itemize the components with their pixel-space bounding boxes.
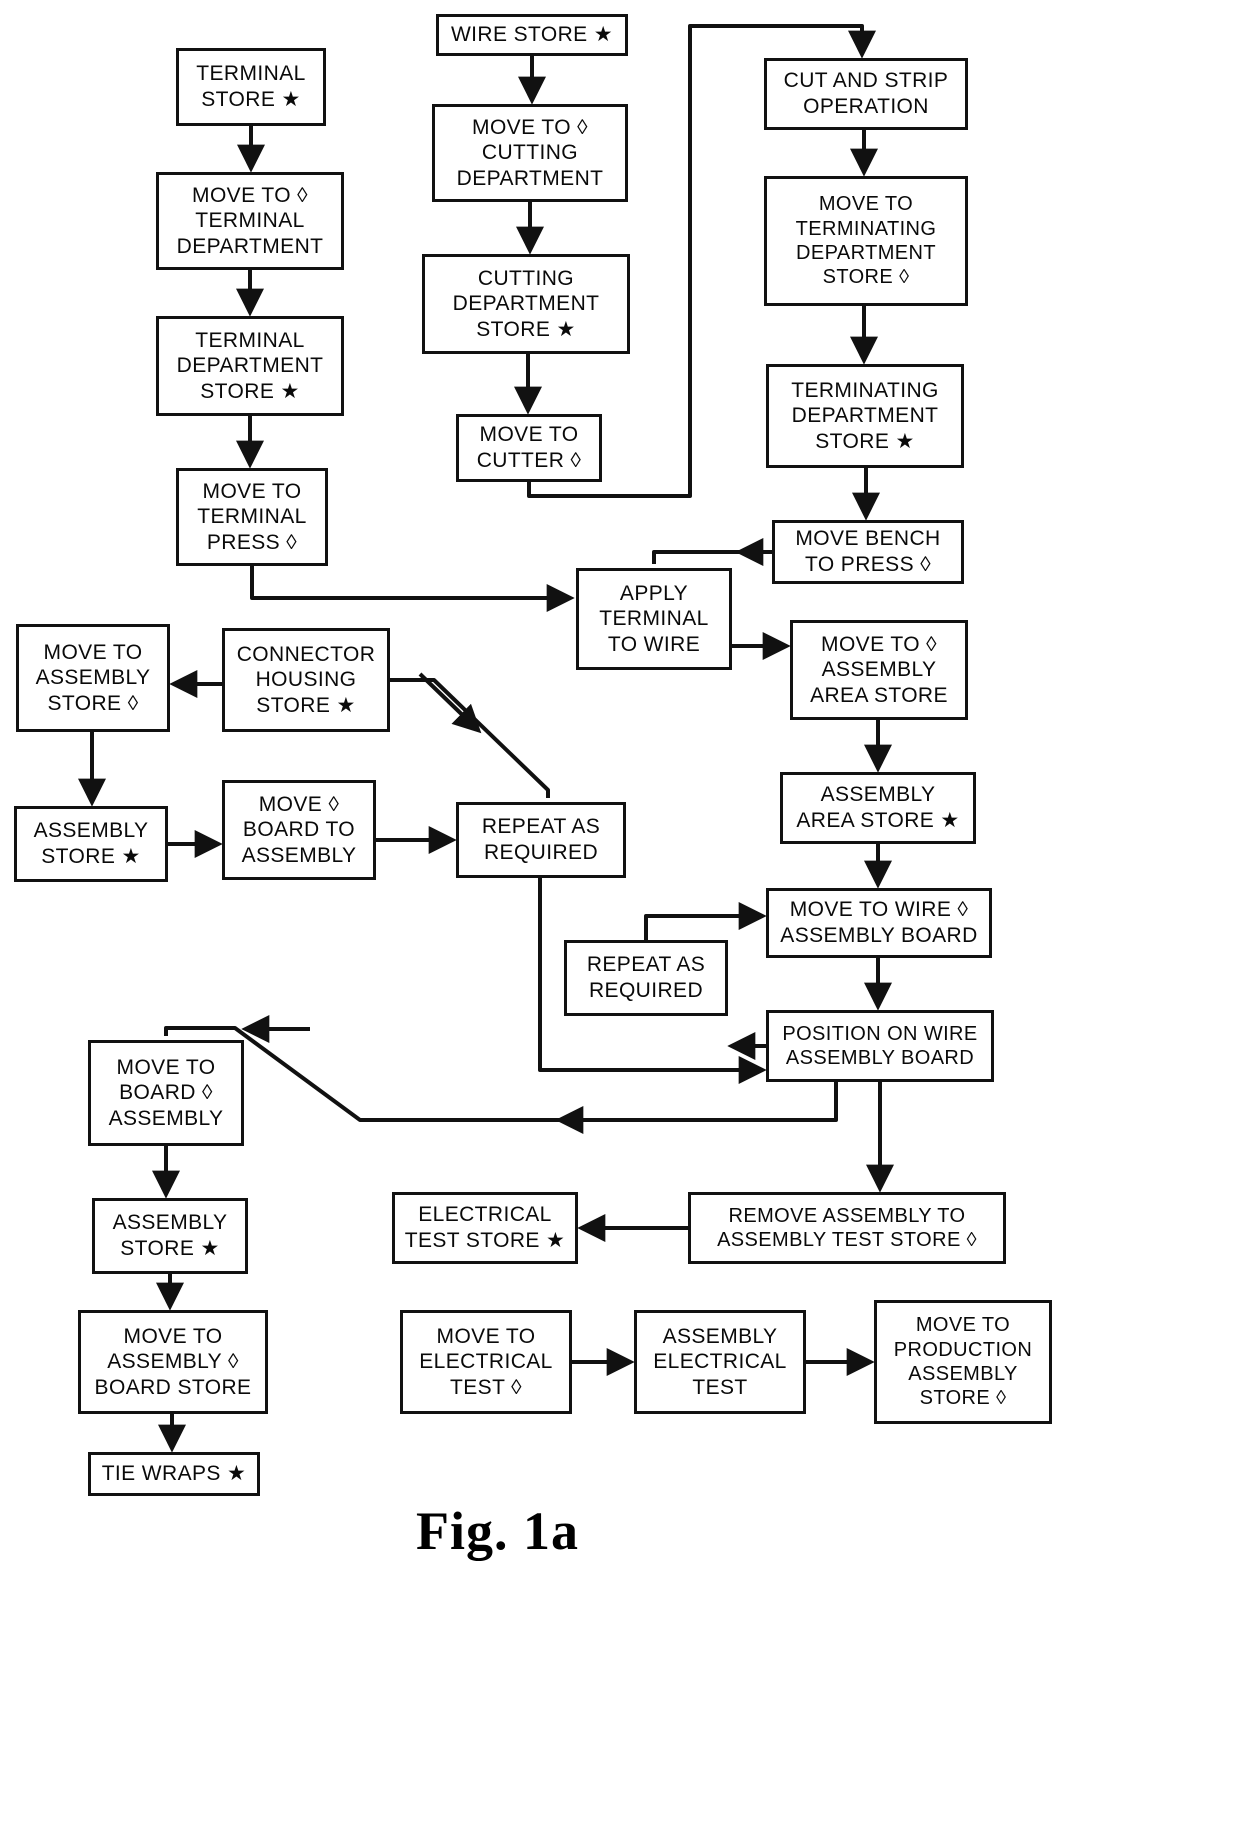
node-terminal-dept-store[interactable]: TERMINAL DEPARTMENT STORE ★ — [156, 316, 344, 416]
node-move-to-electrical-test[interactable]: MOVE TO ELECTRICAL TEST ◊ — [400, 1310, 572, 1414]
node-move-bench-to-press[interactable]: MOVE BENCH TO PRESS ◊ — [772, 520, 964, 584]
edge-press-to-apply — [250, 566, 575, 612]
node-repeat-as-required-2[interactable]: REPEAT AS REQUIRED — [564, 940, 728, 1016]
node-repeat-as-required-1[interactable]: REPEAT AS REQUIRED — [456, 802, 626, 878]
node-move-to-terminating-dept[interactable]: MOVE TO TERMINATING DEPARTMENT STORE ◊ — [764, 176, 968, 306]
node-move-to-wire-assembly-board[interactable]: MOVE TO WIRE ◊ ASSEMBLY BOARD — [766, 888, 992, 958]
node-position-on-wire-board[interactable]: POSITION ON WIRE ASSEMBLY BOARD — [766, 1010, 994, 1082]
node-move-to-board-assembly[interactable]: MOVE TO BOARD ◊ ASSEMBLY — [88, 1040, 244, 1146]
edge-repeat2-to-wireboard — [644, 902, 767, 940]
node-move-to-production-store[interactable]: MOVE TO PRODUCTION ASSEMBLY STORE ◊ — [874, 1300, 1052, 1424]
node-move-to-terminal-press[interactable]: MOVE TO TERMINAL PRESS ◊ — [176, 468, 328, 566]
node-assembly-electrical-test[interactable]: ASSEMBLY ELECTRICAL TEST — [634, 1310, 806, 1414]
node-cut-and-strip[interactable]: CUT AND STRIP OPERATION — [764, 58, 968, 130]
node-wire-store[interactable]: WIRE STORE ★ — [436, 14, 628, 56]
node-terminal-store[interactable]: TERMINAL STORE ★ — [176, 48, 326, 126]
node-move-to-assembly-area-store[interactable]: MOVE TO ◊ ASSEMBLY AREA STORE — [790, 620, 968, 720]
node-cutting-dept-store[interactable]: CUTTING DEPARTMENT STORE ★ — [422, 254, 630, 354]
node-tie-wraps[interactable]: TIE WRAPS ★ — [88, 1452, 260, 1496]
node-terminating-dept-store[interactable]: TERMINATING DEPARTMENT STORE ★ — [766, 364, 964, 468]
node-connector-housing-store[interactable]: CONNECTOR HOUSING STORE ★ — [222, 628, 390, 732]
node-move-to-cutter[interactable]: MOVE TO CUTTER ◊ — [456, 414, 602, 482]
edge-bench-to-apply — [652, 550, 772, 564]
edge-position-to-board-assembly — [164, 1026, 838, 1122]
flowchart-canvas: TERMINAL STORE ★ MOVE TO ◊ TERMINAL DEPAR… — [0, 0, 1240, 1824]
node-move-to-assembly-store[interactable]: MOVE TO ASSEMBLY STORE ◊ — [16, 624, 170, 732]
node-assembly-store-1[interactable]: ASSEMBLY STORE ★ — [14, 806, 168, 882]
node-move-to-terminal-dept[interactable]: MOVE TO ◊ TERMINAL DEPARTMENT — [156, 172, 344, 270]
node-assembly-store-2[interactable]: ASSEMBLY STORE ★ — [92, 1198, 248, 1274]
edge-connector-to-repeat-arrow — [418, 672, 482, 734]
node-apply-terminal-to-wire[interactable]: APPLY TERMINAL TO WIRE — [576, 568, 732, 670]
node-electrical-test-store[interactable]: ELECTRICAL TEST STORE ★ — [392, 1192, 578, 1264]
node-move-to-cutting-dept[interactable]: MOVE TO ◊ CUTTING DEPARTMENT — [432, 104, 628, 202]
node-move-to-assembly-board-store[interactable]: MOVE TO ASSEMBLY ◊ BOARD STORE — [78, 1310, 268, 1414]
node-remove-assembly-to-test[interactable]: REMOVE ASSEMBLY TO ASSEMBLY TEST STORE ◊ — [688, 1192, 1006, 1264]
node-assembly-area-store[interactable]: ASSEMBLY AREA STORE ★ — [780, 772, 976, 844]
figure-caption: Fig. 1a — [416, 1501, 579, 1561]
node-move-board-to-assembly[interactable]: MOVE ◊ BOARD TO ASSEMBLY — [222, 780, 376, 880]
edge-connector-to-repeat — [390, 678, 550, 798]
